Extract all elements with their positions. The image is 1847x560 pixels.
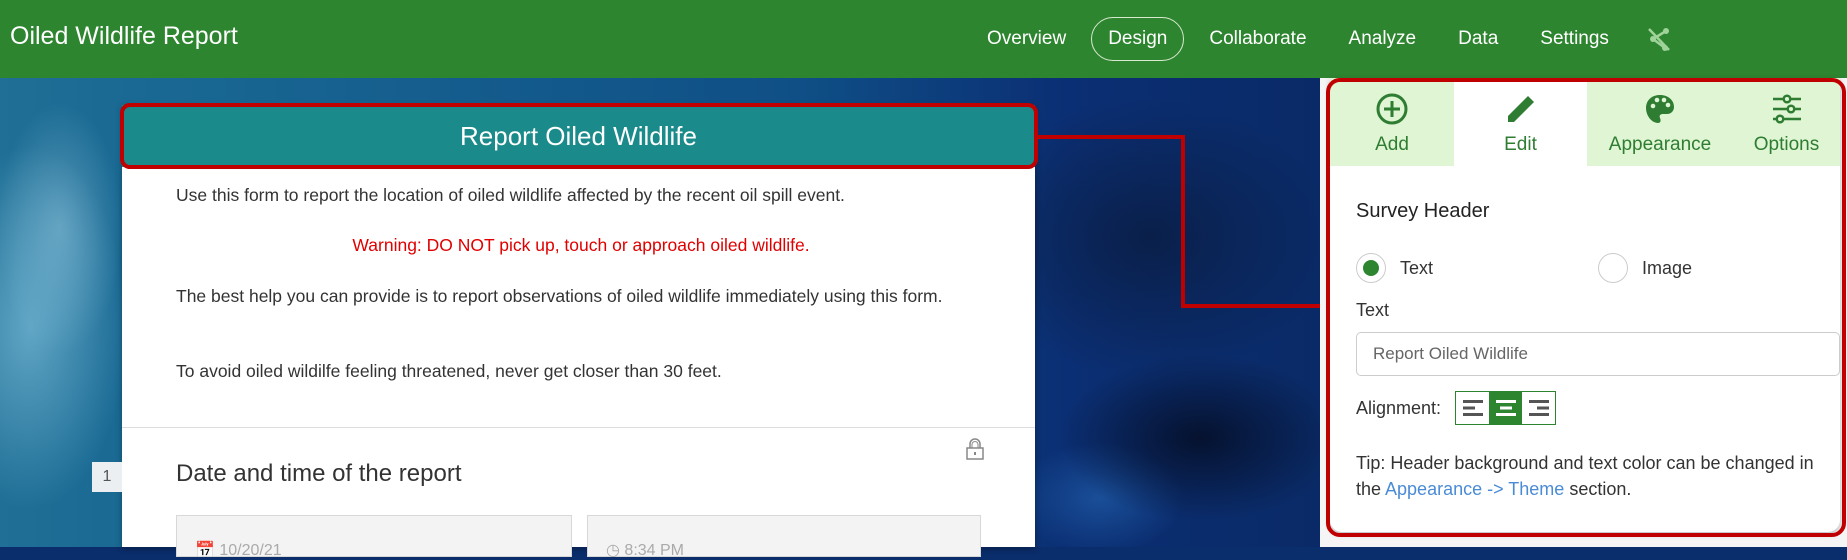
time-value: 8:34 PM xyxy=(624,542,685,559)
survey-form-card: Report Oiled Wildlife Use this form to r… xyxy=(122,105,1035,559)
date-input[interactable]: 📅 10/20/21 xyxy=(176,515,572,559)
nav-collaborate[interactable]: Collaborate xyxy=(1192,17,1323,61)
intro-text-1: Use this form to report the location of … xyxy=(176,185,845,205)
tip-suffix: section. xyxy=(1564,479,1632,499)
align-center-icon xyxy=(1495,400,1516,416)
tip-text: Tip: Header background and text color ca… xyxy=(1356,450,1836,502)
connector-line xyxy=(1035,135,1185,139)
calendar-icon: 📅 xyxy=(195,542,215,559)
tab-add-label: Add xyxy=(1375,134,1409,155)
radio-text[interactable]: Text xyxy=(1356,253,1433,283)
panel-tabs: Add Edit Appearance Options xyxy=(1330,78,1840,166)
appearance-theme-link[interactable]: Appearance -> Theme xyxy=(1385,479,1564,499)
section-title: Survey Header xyxy=(1356,200,1490,222)
time-input[interactable]: ◷ 8:34 PM xyxy=(587,515,981,559)
nav-data[interactable]: Data xyxy=(1441,17,1515,61)
tab-edit[interactable]: Edit xyxy=(1454,78,1587,166)
tab-edit-label: Edit xyxy=(1504,134,1537,155)
pencil-icon xyxy=(1507,96,1534,122)
tab-appearance-label: Appearance xyxy=(1608,134,1712,155)
radio-image-label: Image xyxy=(1642,257,1693,278)
edit-panel: Add Edit Appearance Options Survey Heade… xyxy=(1330,78,1840,532)
tab-options[interactable]: Options xyxy=(1733,78,1840,166)
intro-text-2: The best help you can provide is to repo… xyxy=(176,286,943,306)
share-off-icon[interactable] xyxy=(1644,24,1674,54)
question-number-badge: 1 xyxy=(92,462,122,492)
date-value: 10/20/21 xyxy=(219,542,282,559)
text-field-label: Text xyxy=(1356,300,1390,320)
radio-image[interactable]: Image xyxy=(1598,253,1692,283)
divider xyxy=(122,427,1035,428)
nav-analyze[interactable]: Analyze xyxy=(1332,17,1434,61)
tab-add[interactable]: Add xyxy=(1330,78,1454,166)
main-nav: Overview Design Collaborate Analyze Data… xyxy=(970,14,1674,64)
intro-text-3: To avoid oiled wildilfe feeling threaten… xyxy=(176,361,722,381)
add-circle-icon xyxy=(1376,93,1408,125)
nav-settings[interactable]: Settings xyxy=(1523,17,1626,61)
alignment-label: Alignment: xyxy=(1356,397,1442,418)
align-left-icon xyxy=(1462,400,1483,416)
lock-icon[interactable] xyxy=(965,438,985,460)
align-center-button[interactable] xyxy=(1489,392,1523,424)
alignment-group xyxy=(1455,391,1557,425)
properties-panel: Add Edit Appearance Options Survey Heade… xyxy=(1320,78,1847,547)
align-right-icon xyxy=(1528,400,1549,416)
warning-text: Warning: DO NOT pick up, touch or approa… xyxy=(352,235,810,255)
connector-line xyxy=(1181,304,1329,308)
app-title: Oiled Wildlife Report xyxy=(10,22,238,50)
radio-circle-selected[interactable] xyxy=(1356,253,1386,283)
tab-options-label: Options xyxy=(1753,134,1820,155)
top-bar: Oiled Wildlife Report Overview Design Co… xyxy=(0,0,1847,78)
clock-icon: ◷ xyxy=(606,542,620,559)
sliders-icon xyxy=(1772,94,1801,124)
radio-circle[interactable] xyxy=(1598,253,1628,283)
radio-text-label: Text xyxy=(1400,257,1434,278)
alignment-row: Alignment: xyxy=(1356,391,1557,425)
connector-line xyxy=(1181,135,1185,308)
nav-design[interactable]: Design xyxy=(1091,17,1185,61)
palette-icon xyxy=(1646,95,1674,123)
question-title[interactable]: Date and time of the report xyxy=(176,460,462,488)
nav-overview[interactable]: Overview xyxy=(970,17,1083,61)
tab-appearance[interactable]: Appearance xyxy=(1587,78,1733,166)
header-text-input[interactable] xyxy=(1356,332,1840,376)
align-left-button[interactable] xyxy=(1456,392,1490,424)
align-right-button[interactable] xyxy=(1522,392,1556,424)
survey-header[interactable]: Report Oiled Wildlife xyxy=(122,105,1035,167)
